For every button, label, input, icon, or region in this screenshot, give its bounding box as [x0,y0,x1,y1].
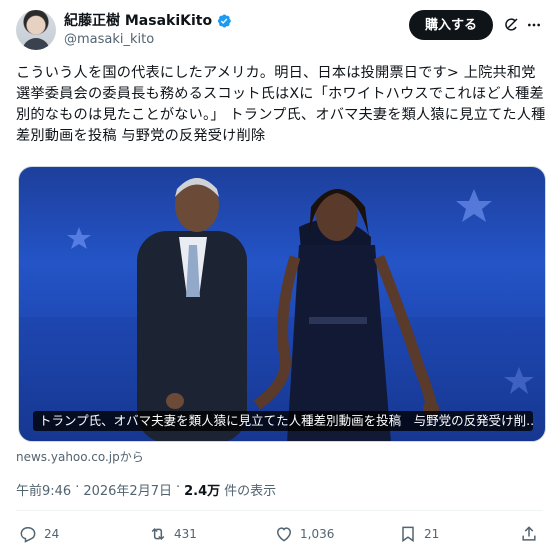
share-button[interactable] [519,522,539,546]
tweet-text: こういう人を国の代表にしたアメリカ。明日、日本は投開票日です> 上院共和党選挙委… [16,65,546,144]
like-count: 1,036 [300,527,335,541]
author-display-name[interactable]: 紀藤正樹 MasakiKito [64,12,212,30]
post-time[interactable]: 午前9:46 [16,480,71,499]
author-block: 紀藤正樹 MasakiKito @masaki_kito [64,12,232,49]
post-date[interactable]: 2026年2月7日 [83,480,172,499]
grok-icon[interactable] [503,17,519,33]
like-button[interactable]: 1,036 [274,522,334,546]
link-source[interactable]: news.yahoo.co.jpから [16,448,144,465]
author-display-name-row[interactable]: 紀藤正樹 MasakiKito [64,12,232,30]
bookmark-count: 21 [424,527,440,541]
news-photo [19,178,545,441]
repost-count: 431 [174,527,197,541]
repost-button[interactable]: 431 [148,522,197,546]
tweet-metadata: 午前9:46 · 2026年2月7日 · 2.4万 件の表示 [16,480,276,499]
reply-icon [20,527,36,543]
avatar[interactable] [16,10,56,50]
subscribe-button[interactable]: 購入する [408,10,493,40]
author-handle[interactable]: @masaki_kito [64,31,232,49]
reply-count: 24 [44,527,60,541]
meta-separator: · [175,480,181,495]
heart-icon [276,527,292,542]
media-caption: トランプ氏、オバマ夫妻を類人猿に見立てた人種差別動画を投稿 与野党の反発受け削.… [33,411,533,431]
tweet-header: 紀藤正樹 MasakiKito @masaki_kito 購入する [16,10,543,50]
reply-button[interactable]: 24 [18,522,59,546]
views-label: 件の表示 [224,484,277,499]
action-bar: 24 431 1,036 21 [16,522,543,546]
meta-separator: · [75,480,80,495]
share-icon [522,526,536,541]
more-options-icon[interactable] [525,17,543,33]
views-count: 2.4万 [184,484,221,499]
divider [16,510,543,511]
bookmark-button[interactable]: 21 [398,522,439,546]
repost-icon [151,527,165,541]
verified-badge-icon [218,14,231,28]
bookmark-icon [402,526,414,543]
link-card-media[interactable]: トランプ氏、オバマ夫妻を類人猿に見立てた人種差別動画を投稿 与野党の反発受け削.… [18,166,546,442]
